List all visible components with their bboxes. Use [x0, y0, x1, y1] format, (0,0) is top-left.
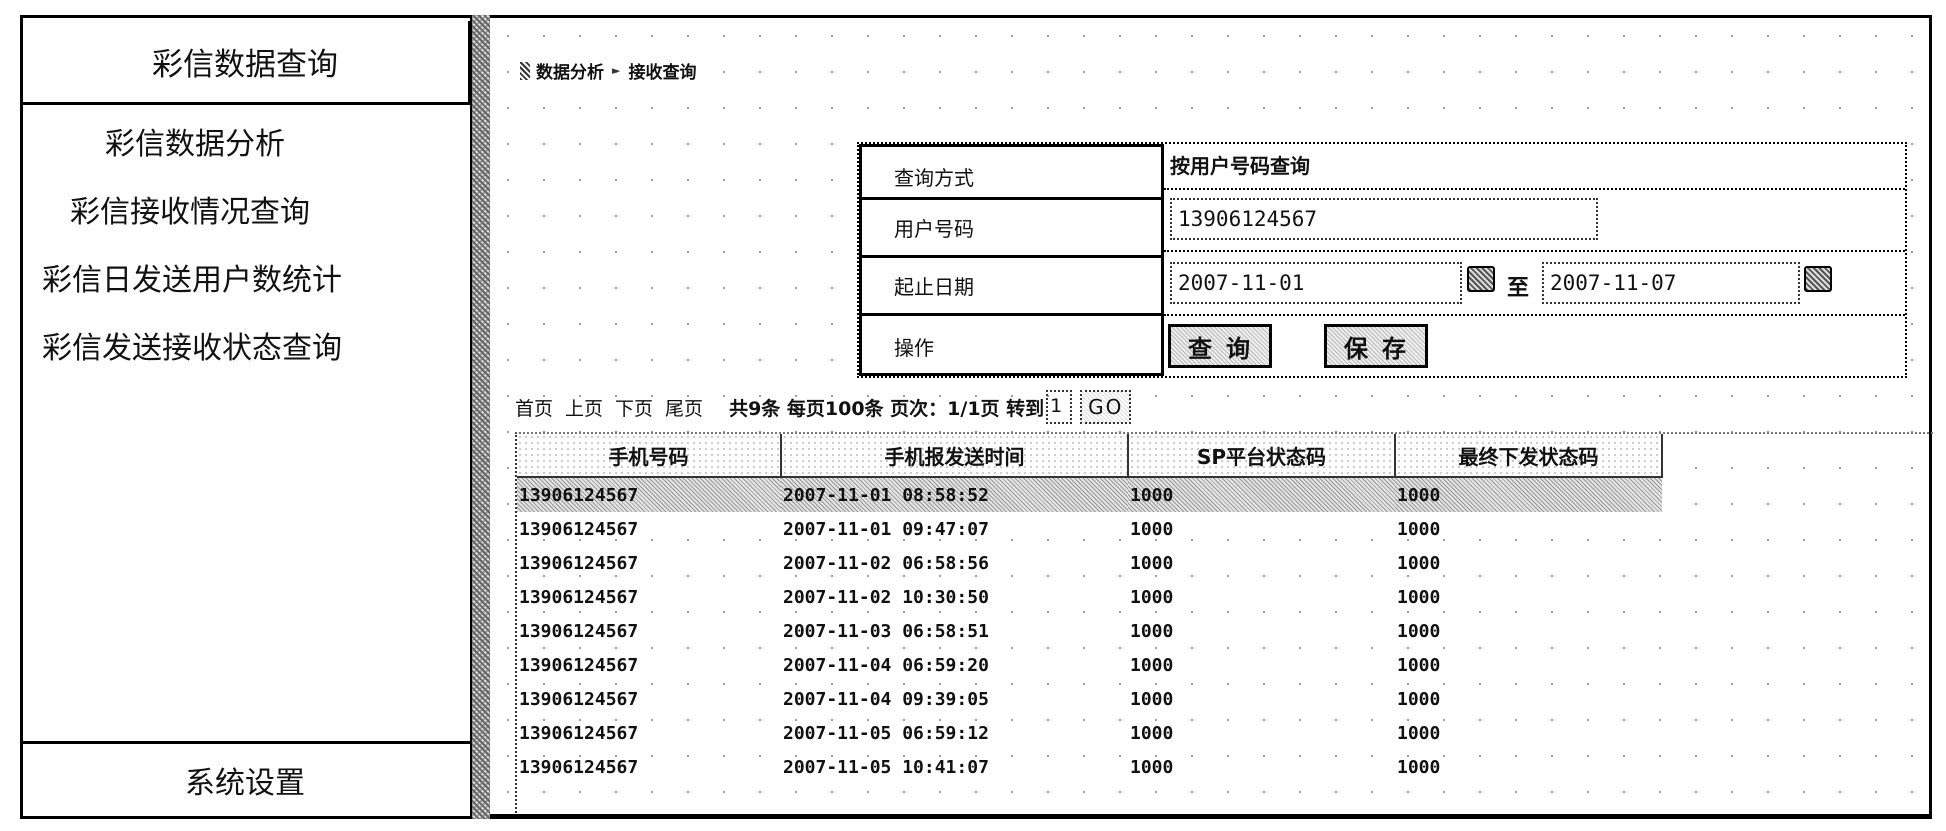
- actions-row: 查询 保存: [1164, 316, 1905, 376]
- arrow-right-icon: ►: [612, 64, 621, 77]
- cell-sp-status: 1000: [1130, 552, 1174, 574]
- data-table: 手机号码 手机报发送时间 SP平台状态码 最终下发状态码 13906124567…: [517, 434, 1663, 784]
- cell-final-status: 1000: [1397, 586, 1441, 608]
- sidebar-item-mms-data-analysis[interactable]: 彩信数据分析: [20, 107, 470, 175]
- cell-final-status: 1000: [1397, 654, 1441, 676]
- breadcrumb-item-receive-query: 接收查询: [628, 63, 697, 83]
- cell-phone: 13906124567: [519, 586, 639, 608]
- cell-send-time: 2007-11-02 06:58:56: [783, 552, 989, 574]
- cell-send-time: 2007-11-05 06:59:12: [783, 722, 989, 744]
- start-date-calendar-icon[interactable]: [1467, 266, 1495, 292]
- cell-sp-status: 1000: [1130, 586, 1174, 608]
- goto-page-input[interactable]: 1: [1046, 390, 1073, 424]
- cell-phone: 13906124567: [519, 756, 639, 778]
- pager-first-link[interactable]: 首页: [515, 394, 553, 421]
- start-date-input[interactable]: 2007-11-01: [1170, 262, 1462, 304]
- sidebar-item-mms-receive-query[interactable]: 彩信接收情况查询: [20, 175, 470, 243]
- cell-sp-status: 1000: [1130, 620, 1174, 642]
- cell-final-status: 1000: [1397, 620, 1441, 642]
- sidebar-splitter[interactable]: [470, 15, 490, 819]
- table-header-row: 手机号码 手机报发送时间 SP平台状态码 最终下发状态码: [517, 434, 1663, 478]
- sidebar-item-daily-send-user-stats[interactable]: 彩信日发送用户数统计: [20, 243, 470, 311]
- sidebar-item-send-receive-status-query[interactable]: 彩信发送接收状态查询: [20, 311, 470, 379]
- column-header-sp-status[interactable]: SP平台状态码: [1128, 434, 1396, 478]
- user-number-row: 13906124567: [1164, 190, 1905, 252]
- date-range-label: 起止日期: [862, 255, 1161, 313]
- cell-phone: 13906124567: [519, 722, 639, 744]
- cell-phone: 13906124567: [519, 552, 639, 574]
- table-row[interactable]: 13906124567 2007-11-03 06:58:51 1000 1000: [517, 614, 1662, 648]
- cell-send-time: 2007-11-02 10:30:50: [783, 586, 989, 608]
- end-date-calendar-icon[interactable]: [1804, 266, 1832, 292]
- sidebar: 彩信数据查询 彩信数据分析 彩信接收情况查询 彩信日发送用户数统计 彩信发送接收…: [20, 15, 472, 819]
- cell-final-status: 1000: [1397, 518, 1441, 540]
- user-number-label: 用户号码: [862, 197, 1161, 255]
- table-row[interactable]: 13906124567 2007-11-02 10:30:50 1000 1000: [517, 580, 1662, 614]
- end-date-input[interactable]: 2007-11-07: [1542, 262, 1800, 304]
- cell-send-time: 2007-11-03 06:58:51: [783, 620, 989, 642]
- cell-sp-status: 1000: [1128, 477, 1395, 512]
- table-row[interactable]: 13906124567 2007-11-05 06:59:12 1000 1000: [517, 716, 1662, 750]
- breadcrumb-item-data-analysis[interactable]: 数据分析: [536, 58, 604, 83]
- column-header-send-time[interactable]: 手机报发送时间: [781, 434, 1129, 478]
- cell-send-time: 2007-11-04 09:39:05: [783, 688, 989, 710]
- cell-final-status: 1000: [1395, 477, 1662, 512]
- pager-last-link[interactable]: 尾页: [665, 394, 703, 421]
- cell-final-status: 1000: [1397, 722, 1441, 744]
- data-grid: 手机号码 手机报发送时间 SP平台状态码 最终下发状态码 13906124567…: [515, 432, 1933, 816]
- query-form: 按用户号码查询 13906124567 2007-11-01 至 2007-11…: [857, 142, 1907, 378]
- breadcrumb: 数据分析 ► 接收查询: [520, 58, 696, 83]
- cell-phone: 13906124567: [519, 654, 639, 676]
- pager-prev-link[interactable]: 上页: [565, 394, 603, 421]
- date-range-to-label: 至: [1507, 276, 1530, 301]
- table-row[interactable]: 13906124567 2007-11-01 09:47:07 1000 1000: [517, 512, 1662, 546]
- cell-sp-status: 1000: [1130, 688, 1174, 710]
- table-body: 13906124567 2007-11-01 08:58:52 1000 1000 13…: [517, 477, 1662, 784]
- sidebar-footer-system-settings[interactable]: 系统设置: [20, 741, 470, 816]
- cell-final-status: 1000: [1397, 688, 1441, 710]
- page-icon: [520, 61, 530, 80]
- query-mode-row: 按用户号码查询: [1164, 144, 1905, 190]
- pager-info: 共9条 每页100条 页次：1/1页 转到: [729, 397, 1045, 420]
- column-header-phone[interactable]: 手机号码: [517, 434, 782, 478]
- table-row[interactable]: 13906124567 2007-11-05 10:41:07 1000 1000: [517, 750, 1662, 784]
- pager: 首页 上页 下页 尾页 共9条 每页100条 页次：1/1页 转到 1 GO: [515, 390, 1132, 424]
- actions-label: 操作: [862, 313, 1161, 377]
- query-mode-label: 查询方式: [894, 165, 974, 190]
- cell-send-time: 2007-11-05 10:41:07: [783, 756, 989, 778]
- go-button[interactable]: GO: [1080, 390, 1132, 424]
- cell-send-time: 2007-11-01 09:47:07: [783, 518, 989, 540]
- cell-sp-status: 1000: [1130, 722, 1174, 744]
- save-button[interactable]: 保存: [1324, 324, 1428, 368]
- cell-phone: 13906124567: [519, 518, 639, 540]
- table-row[interactable]: 13906124567 2007-11-04 06:59:20 1000 1000: [517, 648, 1662, 682]
- column-header-final-status[interactable]: 最终下发状态码: [1395, 434, 1663, 478]
- cell-sp-status: 1000: [1130, 654, 1174, 676]
- cell-sp-status: 1000: [1130, 518, 1174, 540]
- cell-phone: 13906124567: [519, 688, 639, 710]
- cell-send-time: 2007-11-01 08:58:52: [781, 477, 1128, 512]
- cell-final-status: 1000: [1397, 552, 1441, 574]
- cell-sp-status: 1000: [1130, 756, 1174, 778]
- user-number-input[interactable]: 13906124567: [1170, 198, 1598, 240]
- grid-bottom-border: [490, 814, 1932, 817]
- table-row[interactable]: 13906124567 2007-11-01 08:58:52 1000 1000: [517, 477, 1662, 512]
- query-mode-value: 按用户号码查询: [1170, 154, 1310, 178]
- sidebar-header-mms-data-query[interactable]: 彩信数据查询: [20, 21, 470, 105]
- pager-next-link[interactable]: 下页: [615, 394, 653, 421]
- date-range-row: 2007-11-01 至 2007-11-07: [1164, 252, 1905, 316]
- cell-final-status: 1000: [1397, 756, 1441, 778]
- cell-phone: 13906124567: [517, 477, 781, 512]
- table-row[interactable]: 13906124567 2007-11-04 09:39:05 1000 1000: [517, 682, 1662, 716]
- query-label-column: 查询方式 用户号码 起止日期 操作: [859, 144, 1164, 376]
- sidebar-menu: 彩信数据分析 彩信接收情况查询 彩信日发送用户数统计 彩信发送接收状态查询: [20, 107, 470, 379]
- query-button[interactable]: 查询: [1168, 324, 1272, 368]
- table-row[interactable]: 13906124567 2007-11-02 06:58:56 1000 1000: [517, 546, 1662, 580]
- cell-phone: 13906124567: [519, 620, 639, 642]
- cell-send-time: 2007-11-04 06:59:20: [783, 654, 989, 676]
